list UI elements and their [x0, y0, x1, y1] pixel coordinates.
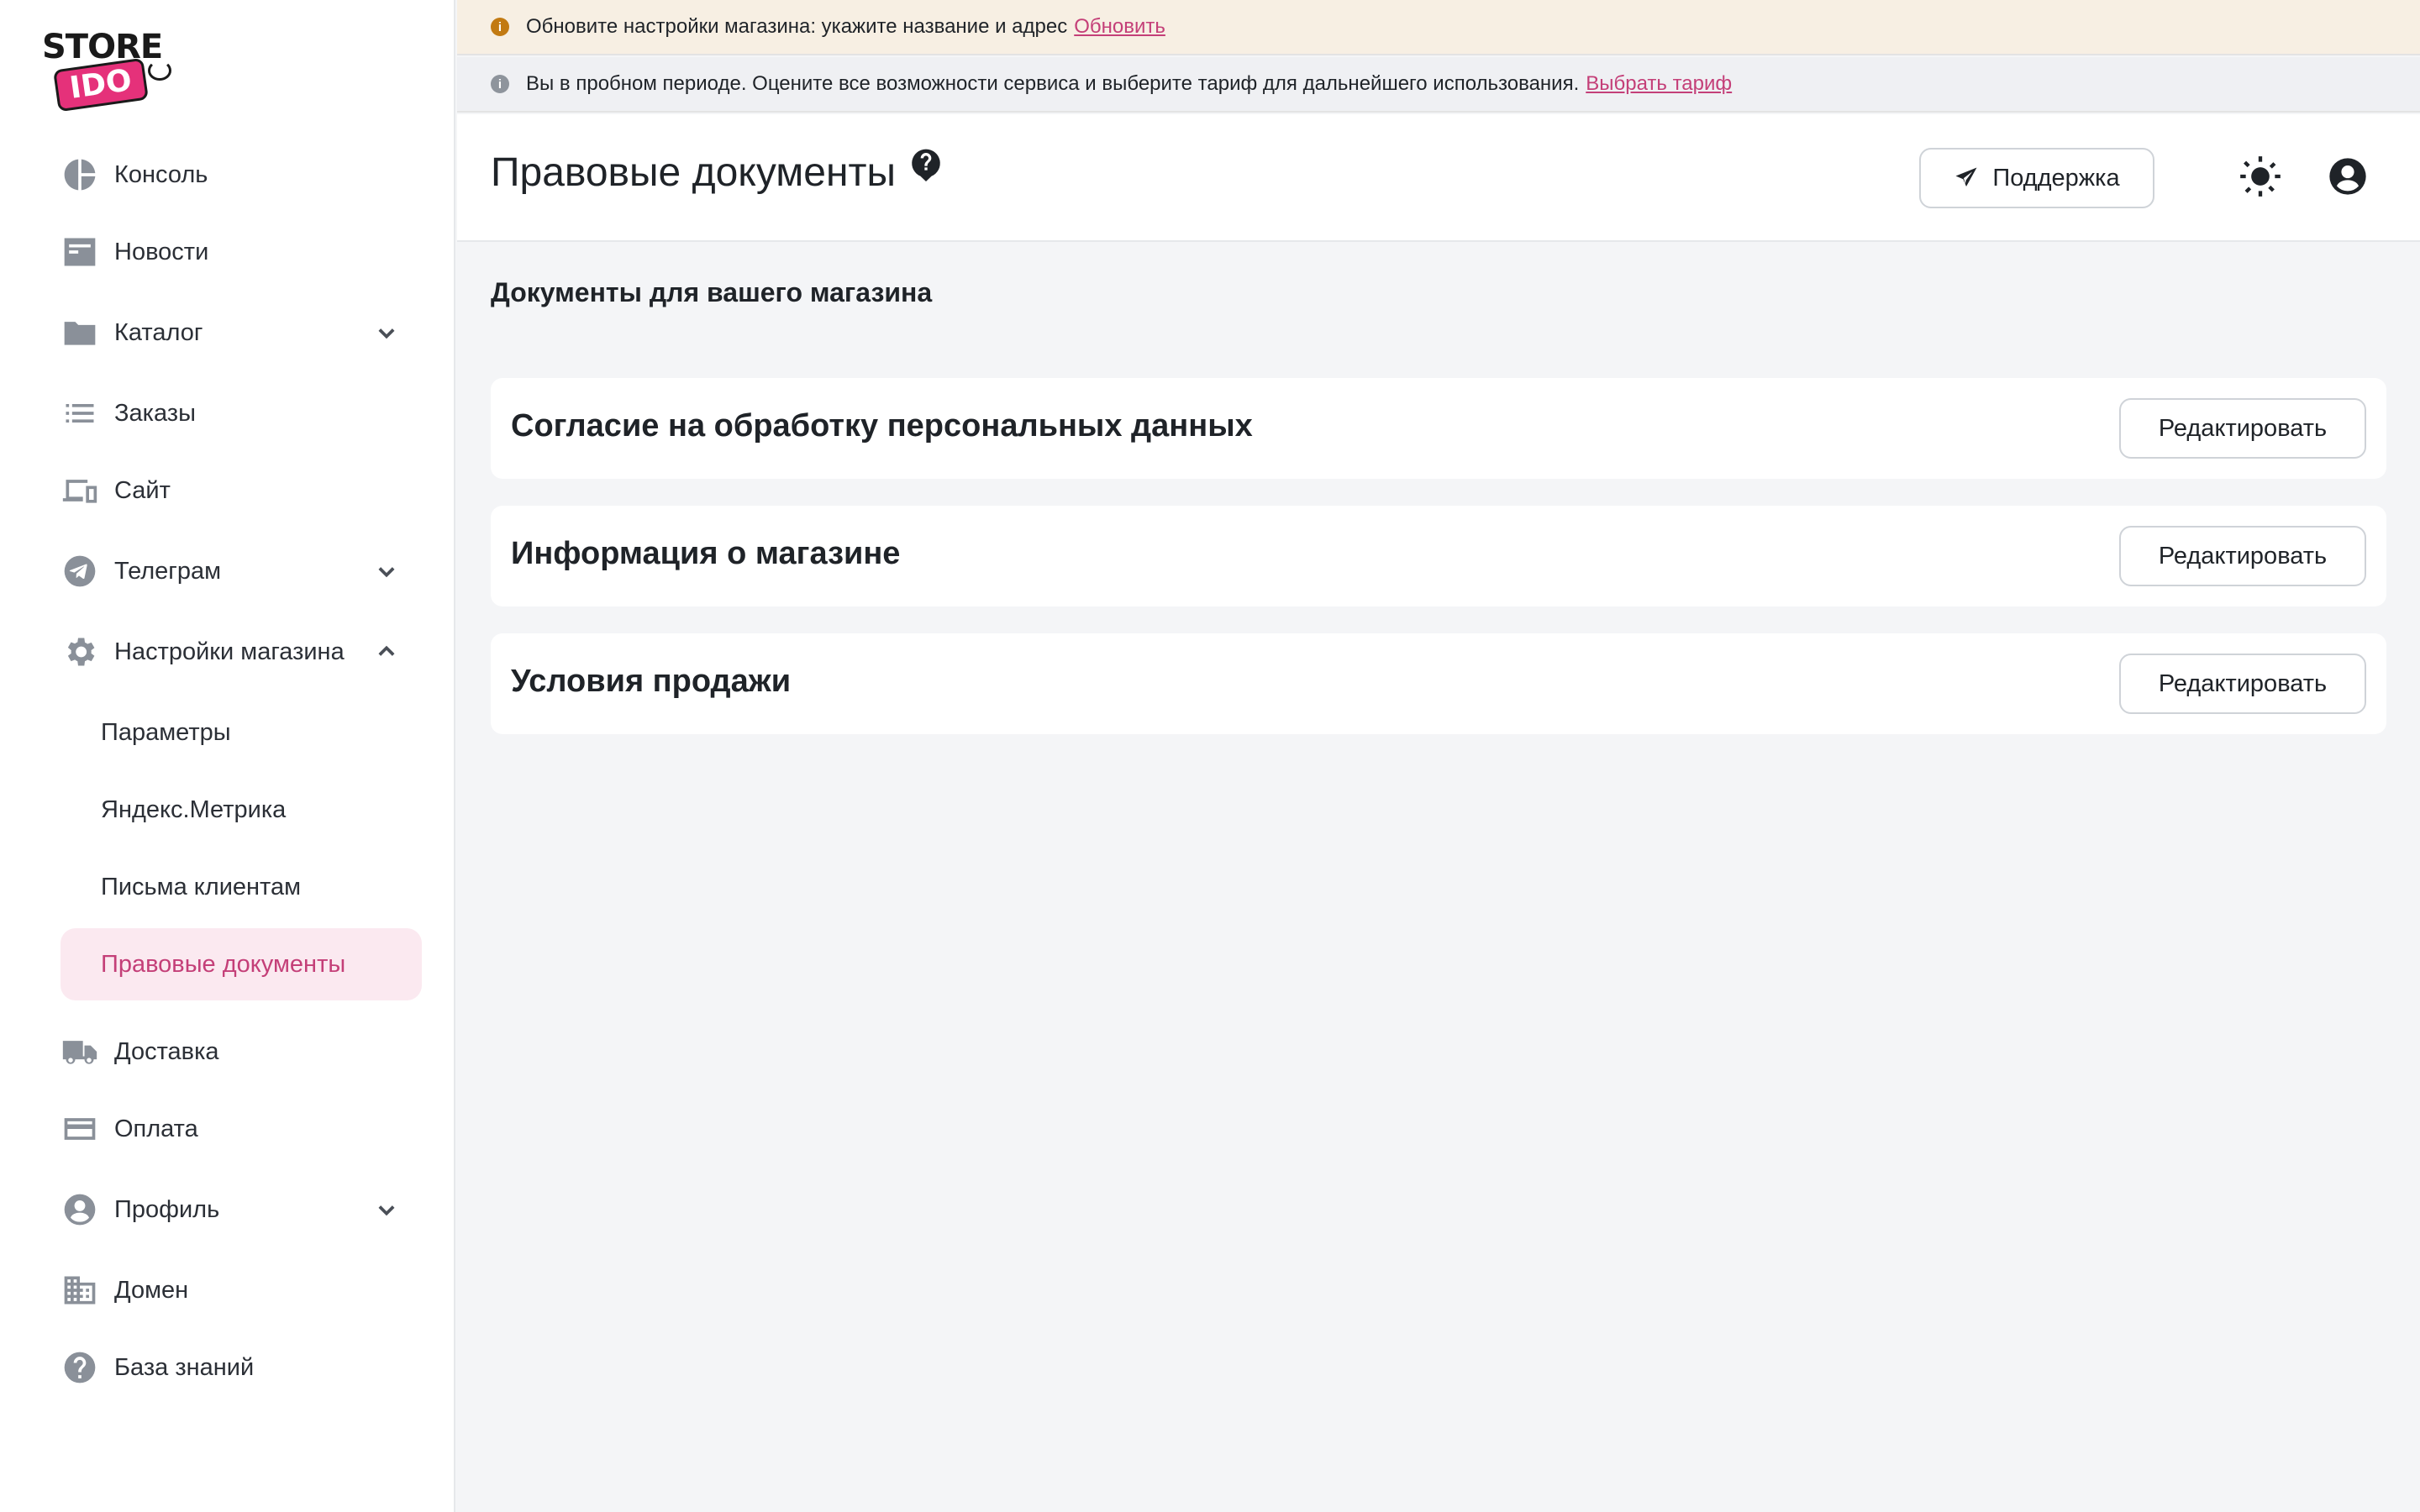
- building-icon: [60, 1271, 99, 1310]
- news-icon: [60, 233, 99, 271]
- choose-plan-link[interactable]: Выбрать тариф: [1586, 72, 1732, 96]
- store-logo[interactable]: STORE IDO: [40, 28, 175, 113]
- support-button-label: Поддержка: [1992, 164, 2120, 192]
- document-card-store-info: Информация о магазине Редактировать: [491, 506, 2386, 606]
- sidebar-subitem-customer-emails[interactable]: Письма клиентам: [60, 851, 422, 923]
- help-bubble-icon[interactable]: [909, 148, 943, 181]
- user-circle-icon: [60, 1190, 99, 1229]
- sidebar-item-orders[interactable]: Заказы: [60, 384, 422, 443]
- sidebar-item-label: Сайт: [114, 476, 171, 504]
- logo-hook: [148, 60, 171, 81]
- warning-banner-text: Обновите настройки магазина: укажите наз…: [526, 15, 1068, 38]
- document-title: Согласие на обработку персональных данны…: [511, 408, 1253, 444]
- edit-button[interactable]: Редактировать: [2119, 526, 2366, 586]
- telegram-send-icon: [1955, 167, 1977, 186]
- gear-icon: [60, 633, 99, 671]
- telegram-icon: [60, 552, 99, 591]
- sidebar-item-profile[interactable]: Профиль: [60, 1180, 422, 1239]
- sidebar-item-label: Доставка: [114, 1037, 219, 1065]
- sidebar-item-knowledge-base[interactable]: База знаний: [60, 1338, 422, 1397]
- document-title: Информация о магазине: [511, 536, 901, 571]
- trial-banner-text: Вы в пробном периоде. Оцените все возмож…: [526, 72, 1580, 95]
- sidebar-subitem-yandex-metrika[interactable]: Яндекс.Метрика: [60, 774, 422, 846]
- sidebar-item-label: Профиль: [114, 1195, 220, 1223]
- truck-icon: [60, 1032, 99, 1071]
- theme-toggle-sun-icon[interactable]: [2238, 155, 2282, 198]
- page-header: Правовые документы Поддержка: [457, 114, 2420, 242]
- document-title: Условия продажи: [511, 664, 792, 699]
- sidebar-subitem-legal-documents[interactable]: Правовые документы: [60, 928, 422, 1000]
- logo-line1: STORE: [42, 28, 163, 66]
- warning-banner: i Обновите настройки магазина: укажите н…: [457, 0, 2420, 55]
- document-card-sale-terms: Условия продажи Редактировать: [491, 633, 2386, 734]
- sidebar-item-label: Оплата: [114, 1115, 198, 1142]
- info-icon: i: [491, 75, 509, 93]
- update-settings-link[interactable]: Обновить: [1074, 15, 1165, 39]
- sidebar-item-site[interactable]: Сайт: [60, 461, 422, 520]
- sidebar-subitem-parameters[interactable]: Параметры: [60, 696, 422, 769]
- sidebar-item-label: Домен: [114, 1276, 189, 1304]
- pie-chart-icon: [60, 155, 99, 194]
- chevron-down-icon[interactable]: [375, 321, 398, 344]
- sidebar-item-console[interactable]: Консоль: [60, 145, 422, 204]
- account-icon[interactable]: [2326, 155, 2370, 198]
- chevron-down-icon[interactable]: [375, 559, 398, 583]
- sidebar-item-label: Каталог: [114, 318, 203, 346]
- credit-card-icon: [60, 1110, 99, 1148]
- sidebar: STORE IDO Консоль Новости Каталог Заказы…: [0, 0, 455, 1512]
- help-circle-icon: [60, 1348, 99, 1387]
- devices-icon: [60, 471, 99, 510]
- warning-info-icon: i: [491, 18, 509, 36]
- chevron-up-icon[interactable]: [375, 640, 398, 664]
- sidebar-item-payment[interactable]: Оплата: [60, 1100, 422, 1158]
- chevron-down-icon[interactable]: [375, 1198, 398, 1221]
- edit-button[interactable]: Редактировать: [2119, 654, 2366, 714]
- sidebar-item-news[interactable]: Новости: [60, 223, 422, 281]
- page-title: Правовые документы: [491, 150, 896, 195]
- edit-button[interactable]: Редактировать: [2119, 398, 2366, 459]
- sidebar-item-label: Заказы: [114, 399, 196, 427]
- sidebar-item-label: Телеграм: [114, 557, 222, 585]
- sidebar-item-delivery[interactable]: Доставка: [60, 1022, 422, 1081]
- sidebar-item-label: Новости: [114, 238, 209, 265]
- section-title: Документы для вашего магазина: [491, 277, 933, 307]
- sidebar-item-store-settings[interactable]: Настройки магазина: [60, 622, 422, 681]
- sidebar-item-label: База знаний: [114, 1353, 255, 1381]
- sidebar-item-catalog[interactable]: Каталог: [60, 303, 422, 362]
- trial-info-banner: i Вы в пробном периоде. Оцените все возм…: [457, 57, 2420, 113]
- support-button[interactable]: Поддержка: [1919, 148, 2154, 208]
- sidebar-item-domain[interactable]: Домен: [60, 1261, 422, 1320]
- document-card-personal-data: Согласие на обработку персональных данны…: [491, 378, 2386, 479]
- sidebar-item-label: Настройки магазина: [114, 638, 345, 665]
- list-icon: [60, 394, 99, 433]
- folder-icon: [60, 313, 99, 352]
- sidebar-item-label: Консоль: [114, 160, 208, 188]
- sidebar-item-telegram[interactable]: Телеграм: [60, 542, 422, 601]
